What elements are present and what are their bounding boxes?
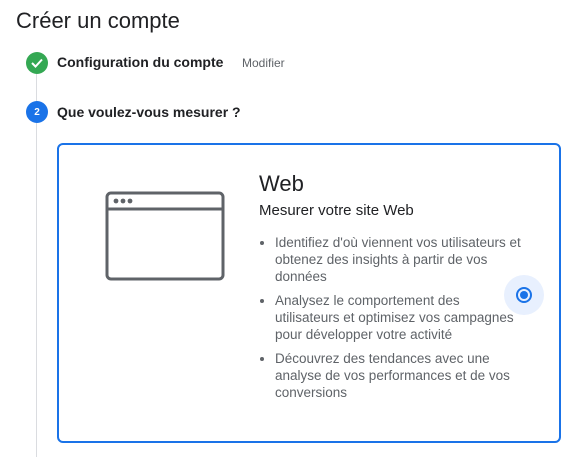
web-option-card[interactable]: Web Mesurer votre site Web Identifiez d'… — [57, 143, 561, 443]
page-title: Créer un compte — [16, 8, 180, 33]
web-radio-button[interactable] — [504, 275, 544, 315]
step-2-title: Que voulez-vous mesurer ? — [57, 104, 241, 120]
stepper-line — [36, 74, 37, 457]
step-2-number: 2 — [26, 101, 48, 123]
option-bullets: Identifiez d'où viennent vos utilisateur… — [259, 234, 525, 408]
step-1-title: Configuration du compte — [57, 54, 224, 70]
bullet-item: Découvrez des tendances avec une analyse… — [275, 350, 525, 401]
radio-selected-icon — [516, 287, 532, 303]
option-title: Web — [259, 171, 304, 196]
edit-step-1-button[interactable]: Modifier — [242, 56, 285, 70]
browser-window-icon — [105, 191, 225, 281]
bullet-item: Analysez le comportement des utilisateur… — [275, 292, 525, 343]
bullet-item: Identifiez d'où viennent vos utilisateur… — [275, 234, 525, 285]
check-circle-icon — [26, 52, 48, 74]
option-subtitle: Mesurer votre site Web — [259, 202, 414, 219]
